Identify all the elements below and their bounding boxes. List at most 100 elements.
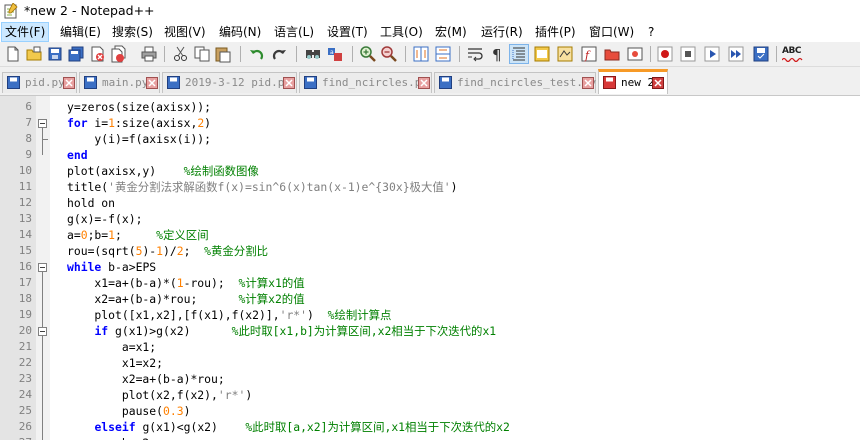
- redo-icon[interactable]: [270, 45, 288, 63]
- menu-encoding[interactable]: 编码(N): [216, 22, 264, 42]
- open-file-icon[interactable]: [25, 45, 43, 63]
- code-line[interactable]: 15 rou=(sqrt(5)-1)/2; %黄金分割比: [0, 243, 860, 259]
- code-line[interactable]: 23 x2=a+(b-a)*rou;: [0, 371, 860, 387]
- code-line[interactable]: 8 y(i)=f(axisx(i));: [0, 131, 860, 147]
- copy-icon[interactable]: [193, 45, 211, 63]
- code-line[interactable]: 21 a=x1;: [0, 339, 860, 355]
- menu-language[interactable]: 语言(L): [271, 22, 317, 42]
- zoom-out-icon[interactable]: [380, 45, 398, 63]
- save-macro-icon[interactable]: [752, 45, 770, 63]
- print-icon[interactable]: [140, 45, 158, 63]
- menu-search[interactable]: 搜索(S): [109, 22, 156, 42]
- code-text: plot(x2,f(x2),'r*'): [67, 387, 252, 403]
- code-line[interactable]: 13 g(x)=-f(x);: [0, 211, 860, 227]
- code-token: y=zeros(size(axisx));: [67, 100, 212, 114]
- code-token: plot([x1,x2],[f(x1),f(x2)],: [67, 308, 280, 322]
- code-line[interactable]: 25 pause(0.3): [0, 403, 860, 419]
- function-list-icon[interactable]: f: [580, 45, 598, 63]
- code-line[interactable]: 12 hold on: [0, 195, 860, 211]
- code-line[interactable]: 16 while b-a>EPS: [0, 259, 860, 275]
- code-text: end: [67, 147, 88, 163]
- udl-icon[interactable]: [533, 45, 551, 63]
- code-text: a=0;b=1; %定义区间: [67, 227, 209, 243]
- code-text: b=x2;: [67, 435, 156, 440]
- zoom-in-icon[interactable]: [359, 45, 377, 63]
- tab-close-icon[interactable]: [146, 77, 158, 89]
- menu-run[interactable]: 运行(R): [478, 22, 526, 42]
- tab-close-icon[interactable]: [283, 77, 295, 89]
- folder-workspace-icon[interactable]: [603, 45, 621, 63]
- word-wrap-icon[interactable]: [466, 45, 484, 63]
- menu-settings[interactable]: 设置(T): [324, 22, 371, 42]
- new-file-icon[interactable]: [4, 45, 22, 63]
- stop-record-icon[interactable]: [679, 45, 697, 63]
- code-line[interactable]: 26 elseif g(x1)<g(x2) %此时取[a,x2]为计算区间,x1…: [0, 419, 860, 435]
- doc-map-icon[interactable]: [556, 45, 574, 63]
- code-token: 1: [108, 228, 116, 242]
- line-number: 27: [0, 435, 32, 440]
- menu-edit[interactable]: 编辑(E): [57, 22, 104, 42]
- sync-horizontal-icon[interactable]: [434, 45, 452, 63]
- save-all-icon[interactable]: [67, 45, 85, 63]
- line-number: 18: [18, 292, 32, 305]
- tab-find-ncircles-py[interactable]: find_ncircles.py: [299, 72, 432, 93]
- file-saved-icon: [167, 76, 180, 89]
- tab-find-ncircles-test-py[interactable]: find_ncircles_test.py: [434, 72, 596, 93]
- code-line[interactable]: 17 x1=a+(b-a)*(1-rou); %计算x1的值: [0, 275, 860, 291]
- toolbar-separator: [459, 46, 460, 62]
- menu-help[interactable]: ?: [645, 22, 657, 42]
- code-token: plot(x2,f(x2),: [67, 388, 218, 402]
- menu-view[interactable]: 视图(V): [161, 22, 209, 42]
- play-macro-icon[interactable]: [703, 45, 721, 63]
- toolbar-separator: [352, 46, 353, 62]
- record-macro-icon[interactable]: [656, 45, 674, 63]
- undo-icon[interactable]: [248, 45, 266, 63]
- code-token: ): [204, 116, 212, 130]
- tab-close-icon[interactable]: [418, 77, 430, 89]
- find-icon[interactable]: [304, 45, 322, 63]
- replace-icon[interactable]: a: [326, 45, 344, 63]
- code-line[interactable]: 20 if g(x1)>g(x2) %此时取[x1,b]为计算区间,x2相当于下…: [0, 323, 860, 339]
- code-editor[interactable]: 6 y=zeros(size(axisx)); 7 for i=1:size(axis…: [0, 95, 860, 440]
- monitoring-icon[interactable]: [626, 45, 644, 63]
- paste-icon[interactable]: [214, 45, 232, 63]
- code-line[interactable]: 6 y=zeros(size(axisx));: [0, 99, 860, 115]
- tab-close-icon[interactable]: [652, 77, 664, 89]
- tab-2019-3-12-pid-py[interactable]: 2019-3-12 pid.py: [162, 72, 297, 93]
- code-line[interactable]: 11 title('黄金分割法求解函数f(x)=sin^6(x)tan(x-1)e…: [0, 179, 860, 195]
- menu-tools[interactable]: 工具(O): [377, 22, 426, 42]
- code-line[interactable]: 24 plot(x2,f(x2),'r*'): [0, 387, 860, 403]
- spell-check-icon[interactable]: ABC: [782, 45, 804, 63]
- title-bar: *new 2 - Notepad++: [0, 0, 860, 22]
- indent-guide-icon[interactable]: [509, 44, 529, 64]
- menu-macro[interactable]: 宏(M): [432, 22, 470, 42]
- menu-plugins[interactable]: 插件(P): [532, 22, 579, 42]
- tab-new-2[interactable]: new 2: [598, 69, 668, 94]
- code-line[interactable]: 22 x1=x2;: [0, 355, 860, 371]
- run-macro-multiple-icon[interactable]: [727, 45, 745, 63]
- sync-vertical-icon[interactable]: [412, 45, 430, 63]
- save-icon[interactable]: [46, 45, 64, 63]
- code-line[interactable]: 9 end: [0, 147, 860, 163]
- code-token: )-: [142, 244, 157, 258]
- menu-file[interactable]: 文件(F): [1, 22, 50, 42]
- code-text: hold on: [67, 195, 115, 211]
- tab-close-icon[interactable]: [63, 77, 75, 89]
- code-token: 'r*': [217, 388, 246, 402]
- code-line[interactable]: 19 plot([x1,x2],[f(x1),f(x2)],'r*') %绘制计…: [0, 307, 860, 323]
- code-line[interactable]: 14 a=0;b=1; %定义区间: [0, 227, 860, 243]
- code-line[interactable]: 10 plot(axisx,y) %绘制函数图像: [0, 163, 860, 179]
- toolbar-separator: [240, 46, 241, 62]
- menu-window[interactable]: 窗口(W): [586, 22, 637, 42]
- cut-icon[interactable]: [172, 45, 190, 63]
- code-line[interactable]: 7 for i=1:size(axisx,2): [0, 115, 860, 131]
- close-icon[interactable]: [88, 45, 106, 63]
- show-all-chars-icon[interactable]: ¶: [488, 45, 506, 63]
- close-all-icon[interactable]: [109, 45, 127, 63]
- code-line[interactable]: 27 b=x2;: [0, 435, 860, 440]
- tab-close-icon[interactable]: [582, 77, 594, 89]
- code-line[interactable]: 18 x2=a+(b-a)*rou; %计算x2的值: [0, 291, 860, 307]
- tab-pid-py[interactable]: pid.py: [2, 72, 77, 93]
- tab-main-py[interactable]: main.py: [79, 72, 160, 93]
